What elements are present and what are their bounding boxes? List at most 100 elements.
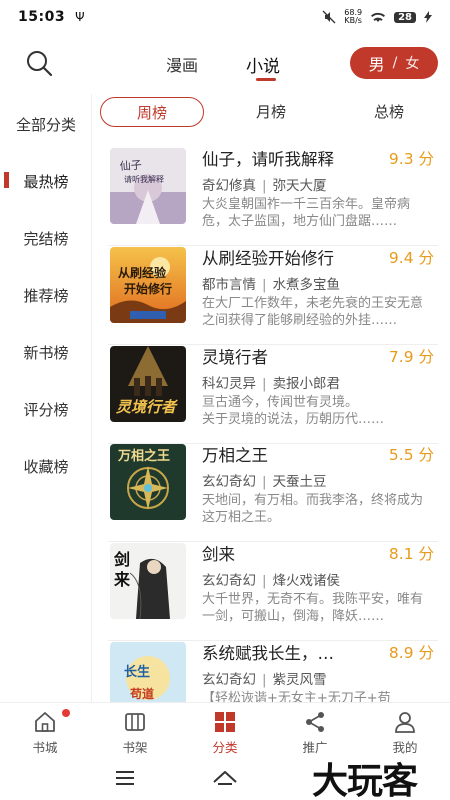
tab-weekly[interactable]: 周榜 [100, 97, 204, 127]
book-cover: 万相之王 [110, 444, 186, 520]
book-cover: 仙子 请听我解释 [110, 148, 186, 224]
book-score: 9.4 分 [388, 249, 434, 267]
list-item[interactable]: 从刷经验 开始修行 从刷经验开始修行 9.4 分 都市言情 | 水煮多宝鱼 在大厂工作… [92, 241, 450, 345]
share-icon [306, 712, 324, 732]
sidebar-item-hottest[interactable]: 最热榜 [0, 171, 92, 192]
book-title: 仙子，请听我解释 [202, 150, 334, 169]
bookshelf-icon [125, 713, 145, 731]
sidebar-item-new[interactable]: 新书榜 [0, 342, 92, 363]
book-genre: 玄幻奇幻 [202, 573, 256, 589]
book-genre: 科幻灵异 [202, 376, 256, 392]
book-genre: 都市言情 [202, 277, 256, 293]
tab-label: 分类 [212, 740, 238, 755]
sidebar-item-recommended[interactable]: 推荐榜 [0, 285, 92, 306]
book-cover: 剑来 [110, 543, 186, 619]
book-description: 天地间，有万相。而我李洛，终将成为这万相之王。 [202, 493, 424, 525]
tab-profile[interactable]: 我的 [370, 711, 440, 756]
list-item[interactable]: 灵境行者 灵境行者 7.9 分 科幻灵异 | 卖报小郎君 亘古通今，传闻世有灵境。 … [92, 340, 450, 444]
book-title: 万相之王 [202, 446, 268, 465]
book-author: 烽火戏诸侯 [272, 573, 341, 589]
book-author: 弥天大厦 [272, 178, 327, 194]
book-score: 9.3 分 [388, 150, 434, 168]
svg-text:请听我解释: 请听我解释 [124, 174, 164, 184]
battery-level: 28 [394, 11, 416, 23]
tab-bookstore[interactable]: 书城 [10, 711, 80, 756]
profile-icon [395, 712, 415, 733]
book-author: 紫灵风雪 [272, 672, 327, 688]
book-cover: 长生苟道 [110, 642, 186, 702]
book-author: 天蚕土豆 [272, 474, 327, 490]
tab-label: 书城 [32, 740, 58, 755]
svg-text:灵境行者: 灵境行者 [115, 398, 178, 416]
sidebar-item-completed[interactable]: 完结榜 [0, 228, 92, 249]
book-author: 水煮多宝鱼 [272, 277, 341, 293]
rank-tabs: 周榜 月榜 总榜 [92, 97, 450, 133]
tab-comic[interactable]: 漫画 [166, 52, 198, 76]
gender-male[interactable]: 男 [369, 51, 385, 75]
category-sidebar: 全部分类 最热榜 完结榜 推荐榜 新书榜 评分榜 收藏榜 [0, 94, 92, 702]
svg-text:长生: 长生 [124, 664, 150, 680]
category-icon [215, 712, 235, 732]
sidebar-item-rating[interactable]: 评分榜 [0, 399, 92, 420]
tab-category[interactable]: 分类 [190, 711, 260, 756]
book-score: 5.5 分 [388, 446, 434, 464]
charging-icon [424, 11, 432, 23]
book-description: 在大厂工作数年，未老先衰的王安无意之间获得了能够刷经验的外挂…… [202, 296, 424, 328]
tab-promote[interactable]: 推广 [280, 711, 350, 756]
svg-text:剑: 剑 [113, 550, 130, 569]
book-score: 8.1 分 [388, 545, 434, 563]
sidebar-item-all[interactable]: 全部分类 [0, 114, 92, 135]
book-cover: 从刷经验 开始修行 [110, 247, 186, 323]
book-genre: 玄幻奇幻 [202, 474, 256, 490]
book-author: 卖报小郎君 [272, 376, 341, 392]
menu-icon[interactable] [114, 770, 136, 786]
gender-separator: / [392, 55, 398, 71]
tab-bookshelf[interactable]: 书架 [100, 711, 170, 756]
list-item[interactable]: 长生 苟道 系统赋我长生，… 8.9 分 玄幻奇幻 | 紫灵风雪 【轻松诙谐+无女主+… [92, 636, 450, 702]
tab-active-indicator [256, 78, 276, 81]
search-icon [27, 51, 53, 77]
book-list: 仙子 请听我解释 仙子，请听我解释 9.3 分 奇幻修真 | 弥天大厦 大炎皇朝国祚一… [92, 138, 450, 702]
wifi-icon [371, 12, 386, 22]
book-title: 灵境行者 [202, 348, 268, 367]
svg-text:来: 来 [113, 570, 131, 589]
top-nav: 漫画 小说 男 / 女 [0, 40, 450, 86]
usb-icon: Ψ [75, 10, 85, 24]
book-title: 系统赋我长生，… [202, 644, 334, 663]
status-time: 15:03 [18, 9, 66, 25]
book-score: 8.9 分 [388, 644, 434, 662]
list-item[interactable]: 剑来 剑来 8.1 分 玄幻奇幻 | 烽火戏诸侯 大千世界，无奇不有。我陈平安，唯有… [92, 537, 450, 641]
book-genre: 玄幻奇幻 [202, 672, 256, 688]
gender-toggle[interactable]: 男 / 女 [350, 47, 438, 79]
tab-monthly[interactable]: 月榜 [256, 101, 286, 122]
bottom-tab-bar: 书城 书架 分类 推广 我的 [0, 702, 450, 758]
book-title: 从刷经验开始修行 [202, 249, 334, 268]
book-description: 亘古通今，传闻世有灵境。 关于灵境的说法，历朝历代…… [202, 395, 385, 427]
book-genre: 奇幻修真 [202, 178, 256, 194]
svg-text:从刷经验: 从刷经验 [118, 265, 167, 280]
svg-text:万相之王: 万相之王 [117, 448, 170, 464]
svg-text:苟道: 苟道 [129, 686, 154, 701]
home-nav-icon[interactable] [212, 768, 238, 788]
book-title: 剑来 [202, 545, 235, 564]
book-score: 7.9 分 [388, 348, 434, 366]
notification-dot [62, 709, 70, 717]
mute-icon [322, 10, 336, 24]
gender-female[interactable]: 女 [405, 53, 419, 73]
list-item[interactable]: 万相之王 万相之王 5.5 分 玄幻奇幻 | 天蚕土豆 天地间，有万相。而我李洛，终… [92, 438, 450, 542]
tab-label: 书架 [122, 740, 148, 755]
watermark-logo: 大玩客 [312, 760, 418, 800]
svg-text:开始修行: 开始修行 [124, 281, 172, 296]
tab-total[interactable]: 总榜 [374, 101, 404, 122]
book-cover: 灵境行者 [110, 346, 186, 422]
svg-text:仙子: 仙子 [119, 158, 142, 173]
sidebar-item-favorites[interactable]: 收藏榜 [0, 456, 92, 477]
tab-novel[interactable]: 小说 [246, 52, 280, 77]
search-button[interactable] [24, 48, 54, 78]
status-bar: 15:03 Ψ 68.9 KB/s 28 [0, 0, 450, 34]
book-description: 大千世界，无奇不有。我陈平安，唯有一剑，可搬山，倒海，降妖…… [202, 592, 424, 624]
home-icon [35, 712, 55, 732]
network-speed: 68.9 KB/s [344, 8, 363, 25]
list-item[interactable]: 仙子 请听我解释 仙子，请听我解释 9.3 分 奇幻修真 | 弥天大厦 大炎皇朝国祚一… [92, 142, 450, 246]
book-description: 大炎皇朝国祚一千三百余年。皇帝病危，太子监国，地方仙门盘踞…… [202, 197, 411, 229]
